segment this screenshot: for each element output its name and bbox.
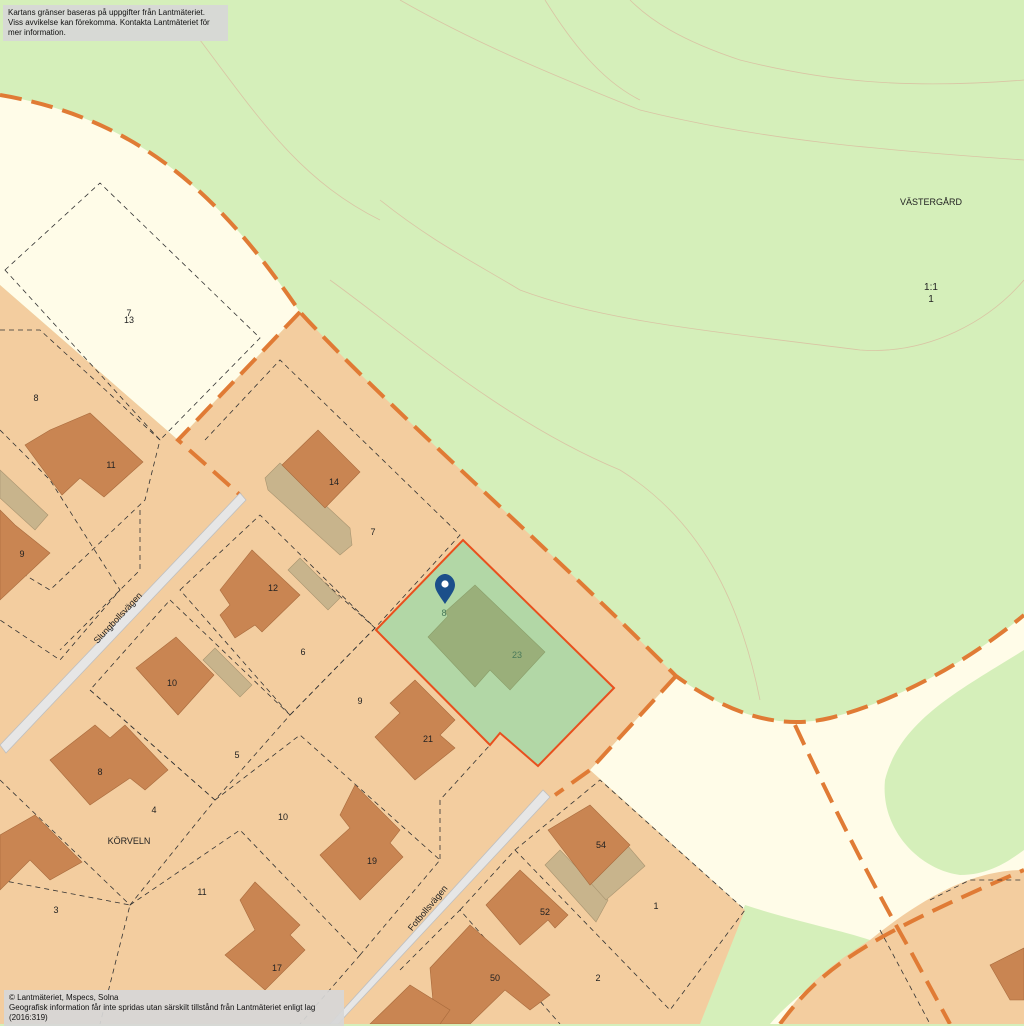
plot-label: 54 — [596, 840, 606, 850]
area-label-parcel: 1:1 — [924, 282, 938, 293]
copyright-line: Geografisk information får inte spridas … — [9, 1003, 316, 1022]
plot-label: 10 — [278, 812, 288, 822]
plot-label: 52 — [540, 907, 550, 917]
plot-label: 7 — [370, 527, 375, 537]
map-disclaimer-top: Kartans gränser baseras på uppgifter frå… — [3, 5, 228, 41]
plot-label: 21 — [423, 734, 433, 744]
plot-label: 1 — [653, 901, 658, 911]
plot-label: 13 — [124, 315, 134, 325]
plot-label: 8 — [97, 767, 102, 777]
plot-label: 3 — [53, 905, 58, 915]
plot-label: 12 — [268, 583, 278, 593]
plot-label: 6 — [300, 647, 305, 657]
plot-label: 9 — [357, 696, 362, 706]
selected-plot-label: 8 — [441, 608, 446, 618]
area-label-korveln: KÖRVELN — [108, 836, 151, 846]
area-label-number: 1 — [928, 294, 934, 305]
copyright-line: © Lantmäteriet, Mspecs, Solna — [9, 993, 119, 1002]
plot-label: 19 — [367, 856, 377, 866]
area-label-vastergard: VÄSTERGÅRD — [900, 197, 963, 207]
plot-label: 11 — [106, 460, 115, 470]
plot-label: 5 — [234, 750, 239, 760]
plot-label: 8 — [33, 393, 38, 403]
plot-label: 50 — [490, 973, 500, 983]
plot-label: 17 — [272, 963, 282, 973]
plot-label: 14 — [329, 477, 339, 487]
plot-label: 2 — [595, 973, 600, 983]
disclaimer-line: Viss avvikelse kan förekomma. Kontakta L… — [8, 18, 210, 37]
map-canvas[interactable]: VÄSTERGÅRD 1:1 1 KÖRVELN 7 13 8 11 9 14 … — [0, 0, 1024, 1024]
plot-label: 11 — [197, 887, 206, 897]
plot-label: 10 — [167, 678, 177, 688]
selected-building-label: 23 — [512, 650, 522, 660]
plot-label: 9 — [19, 549, 24, 559]
disclaimer-line: Kartans gränser baseras på uppgifter frå… — [8, 8, 205, 17]
plot-label: 4 — [151, 805, 156, 815]
map-copyright: © Lantmäteriet, Mspecs, Solna Geografisk… — [4, 990, 344, 1026]
